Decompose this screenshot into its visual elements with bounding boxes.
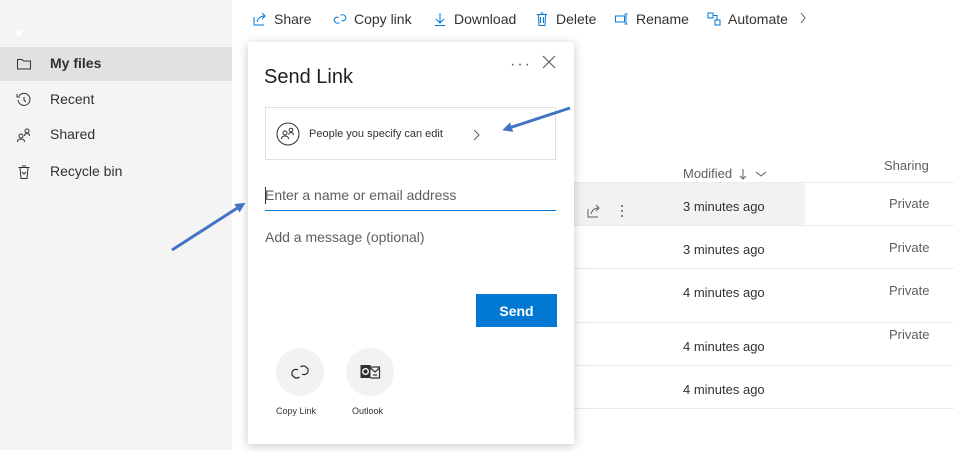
send-button[interactable]: Send bbox=[476, 294, 557, 327]
link-icon bbox=[333, 14, 347, 24]
nav-item-label: Recent bbox=[50, 91, 95, 107]
sharing-column-header[interactable]: Sharing bbox=[884, 158, 929, 173]
chevron-down-icon bbox=[755, 171, 767, 177]
modified-cell: 4 minutes ago bbox=[683, 382, 765, 397]
link-icon bbox=[291, 365, 309, 379]
people-settings-icon bbox=[276, 122, 300, 146]
chevron-right-icon bbox=[800, 12, 806, 24]
modified-cell: 4 minutes ago bbox=[683, 285, 765, 300]
download-icon bbox=[435, 13, 445, 26]
table-row[interactable]: 4 minutes ago bbox=[573, 365, 954, 409]
sharing-cell: Private bbox=[889, 240, 930, 255]
permission-label: People you specify can edit bbox=[309, 128, 443, 140]
table-row[interactable]: 4 minutes ago Private bbox=[573, 268, 954, 312]
automate-label: Automate bbox=[728, 11, 788, 27]
nav-item-recent[interactable]: Recent bbox=[0, 83, 232, 117]
copy-link-option-label: Copy Link bbox=[276, 406, 317, 416]
sharing-cell: Private bbox=[889, 327, 930, 342]
rename-icon bbox=[615, 13, 628, 25]
rename-label: Rename bbox=[636, 11, 689, 27]
modified-cell: 3 minutes ago bbox=[683, 242, 765, 257]
modified-column-header[interactable]: Modified bbox=[683, 166, 768, 181]
table-row-extension bbox=[805, 182, 954, 226]
share-icon bbox=[253, 12, 266, 26]
more-options-button[interactable]: ··· bbox=[510, 56, 532, 74]
automate-icon bbox=[707, 12, 721, 26]
share-label: Share bbox=[274, 11, 312, 27]
text-cursor bbox=[265, 187, 266, 204]
nav-item-label: Recycle bin bbox=[50, 163, 123, 179]
table-row[interactable]: 4 minutes ago Private bbox=[573, 322, 954, 366]
more-vertical-icon[interactable] bbox=[620, 203, 624, 219]
delete-button[interactable]: Delete bbox=[534, 11, 596, 27]
chevron-right-icon bbox=[473, 129, 480, 141]
table-row[interactable]: 3 minutes ago Private bbox=[573, 225, 954, 269]
modified-cell: 3 minutes ago bbox=[683, 199, 765, 214]
outlook-icon bbox=[360, 365, 381, 379]
recycle-bin-icon bbox=[18, 165, 30, 179]
delete-label: Delete bbox=[556, 11, 597, 27]
people-icon bbox=[17, 128, 30, 143]
nav-item-label: My files bbox=[50, 55, 102, 71]
outlook-option-label: Outlook bbox=[352, 406, 384, 416]
nav-dot bbox=[16, 30, 22, 36]
sharing-cell: Private bbox=[889, 283, 930, 298]
automate-button[interactable]: Automate bbox=[706, 11, 788, 27]
command-bar: Share Copy link Download Delete Rename A… bbox=[232, 0, 807, 40]
nav-item-recycle-bin[interactable]: Recycle bin bbox=[0, 155, 232, 189]
send-link-dialog: Send Link ··· People you specify can edi… bbox=[248, 42, 574, 444]
rename-button[interactable]: Rename bbox=[614, 11, 689, 27]
close-icon[interactable] bbox=[541, 54, 557, 70]
left-nav: My files Recent Shared Recycle bin bbox=[0, 0, 232, 450]
message-field[interactable] bbox=[265, 229, 556, 279]
download-label: Download bbox=[454, 11, 517, 27]
permission-selector[interactable]: People you specify can edit bbox=[265, 107, 556, 160]
trash-icon bbox=[537, 12, 547, 26]
modified-header-label: Modified bbox=[683, 166, 733, 181]
nav-item-label: Shared bbox=[50, 126, 96, 142]
email-field[interactable] bbox=[265, 180, 556, 211]
table-row-divider bbox=[573, 408, 954, 452]
outlook-option[interactable] bbox=[346, 348, 394, 396]
share-icon[interactable] bbox=[586, 203, 602, 219]
dialog-title: Send Link bbox=[264, 66, 353, 88]
sort-down-icon bbox=[739, 168, 747, 180]
download-button[interactable]: Download bbox=[432, 11, 516, 27]
history-icon bbox=[16, 92, 31, 106]
modified-cell: 4 minutes ago bbox=[683, 339, 765, 354]
nav-item-my-files[interactable]: My files bbox=[0, 47, 232, 81]
folder-icon bbox=[17, 59, 31, 70]
row-actions bbox=[586, 203, 624, 219]
copy-link-option[interactable] bbox=[276, 348, 324, 396]
share-button[interactable]: Share bbox=[252, 11, 311, 27]
copy-link-label: Copy link bbox=[354, 11, 412, 27]
sharing-cell: Private bbox=[889, 196, 930, 211]
copy-link-button[interactable]: Copy link bbox=[332, 11, 412, 27]
nav-item-shared[interactable]: Shared bbox=[0, 118, 232, 152]
